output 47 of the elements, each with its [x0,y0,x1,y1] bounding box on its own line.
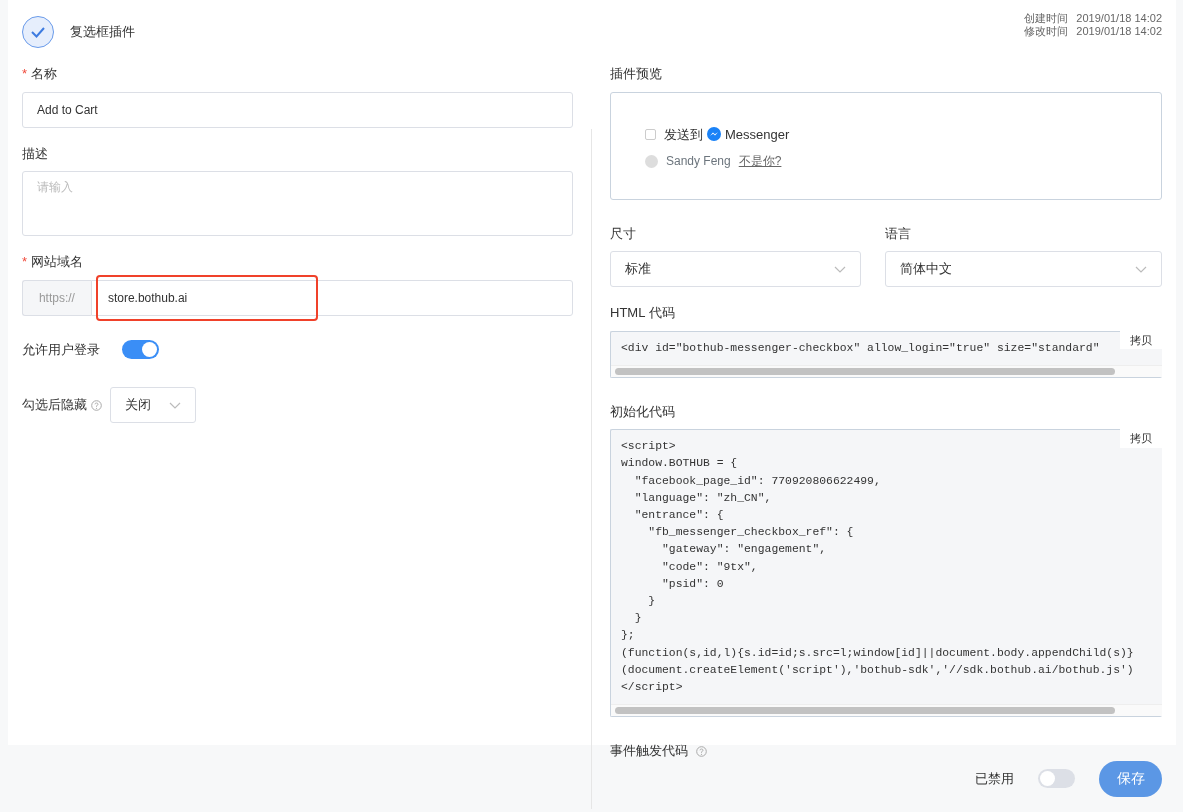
required-mark: * [22,65,28,83]
code-block: <div id="bothub-messenger-checkbox" allow_login="true" size="standard" 拷贝 [610,330,1162,378]
checkbox[interactable] [645,128,656,140]
scrollbar-thumb[interactable] [615,367,1115,375]
field-label: 事件触发代码 [610,742,688,761]
name-input[interactable]: Add to Cart [22,91,573,128]
page-title: 复选框插件 [70,23,135,42]
timestamp: 2019/01/18 14:02 [1076,25,1162,38]
field-label: 名称 [31,65,58,83]
messenger-icon [707,127,721,142]
help-icon [696,745,707,757]
brand-name: Messenger [725,125,790,144]
toggle-switch[interactable] [1038,769,1075,788]
check-icon [31,26,45,38]
field-label: 描述 [22,144,48,163]
meta-label: 创建时间 [1024,12,1069,25]
timestamp: 2019/01/18 14:02 [1076,12,1162,25]
status-label: 已禁用 [975,769,1014,788]
copy-button[interactable]: 拷贝 [1120,330,1162,349]
copy-button[interactable]: 拷贝 [1120,429,1162,448]
send-to-label: 发送到 [664,125,703,144]
code-block: <script> window.BOTHUB = { "facebook_page_id": 770920806622499, "language": "zh_CN", "entrance": { "fb_messenger_checkbox_ref": { "gateway": "engagement", "code": "9tx", "psid": 0 } } }; (function(s,id,l){s.id=id;s.src=l;window[id]||document.body.appendChild(s)} (document.createElement('script'),'bothub-sdk','//sdk.bothub.ai/bothub.js') </script> 拷贝 [610,429,1162,718]
avatar-icon [645,154,658,168]
description-input[interactable]: 请输入 [22,171,573,236]
field-label: 插件预览 [610,65,662,83]
field-label: HTML 代码 [610,304,675,322]
field-label: 勾选后隐藏 [22,396,87,415]
field-label: 尺寸 [610,224,636,243]
domain-input[interactable]: store.bothub.ai [90,279,573,316]
field-label: 网站域名 [31,253,84,271]
not-you-link[interactable]: 不是你? [738,152,782,170]
chevron-down-icon [169,401,181,409]
required-mark: * [22,253,28,271]
chevron-down-icon [1135,265,1147,273]
hide-select[interactable]: 关闭 [110,387,196,423]
scrollbar-thumb[interactable] [615,707,1115,715]
user-name: Sandy Feng [666,153,731,170]
help-icon [91,399,102,411]
size-select[interactable]: 标准 [610,251,861,287]
chevron-down-icon [834,265,846,273]
field-label: 初始化代码 [610,402,675,421]
language-select[interactable]: 简体中文 [885,251,1162,287]
toggle-switch[interactable] [122,339,159,359]
field-label: 语言 [885,224,911,243]
url-prefix: https:// [22,279,91,316]
field-label: 允许用户登录 [22,340,100,359]
meta-label: 修改时间 [1024,25,1069,38]
